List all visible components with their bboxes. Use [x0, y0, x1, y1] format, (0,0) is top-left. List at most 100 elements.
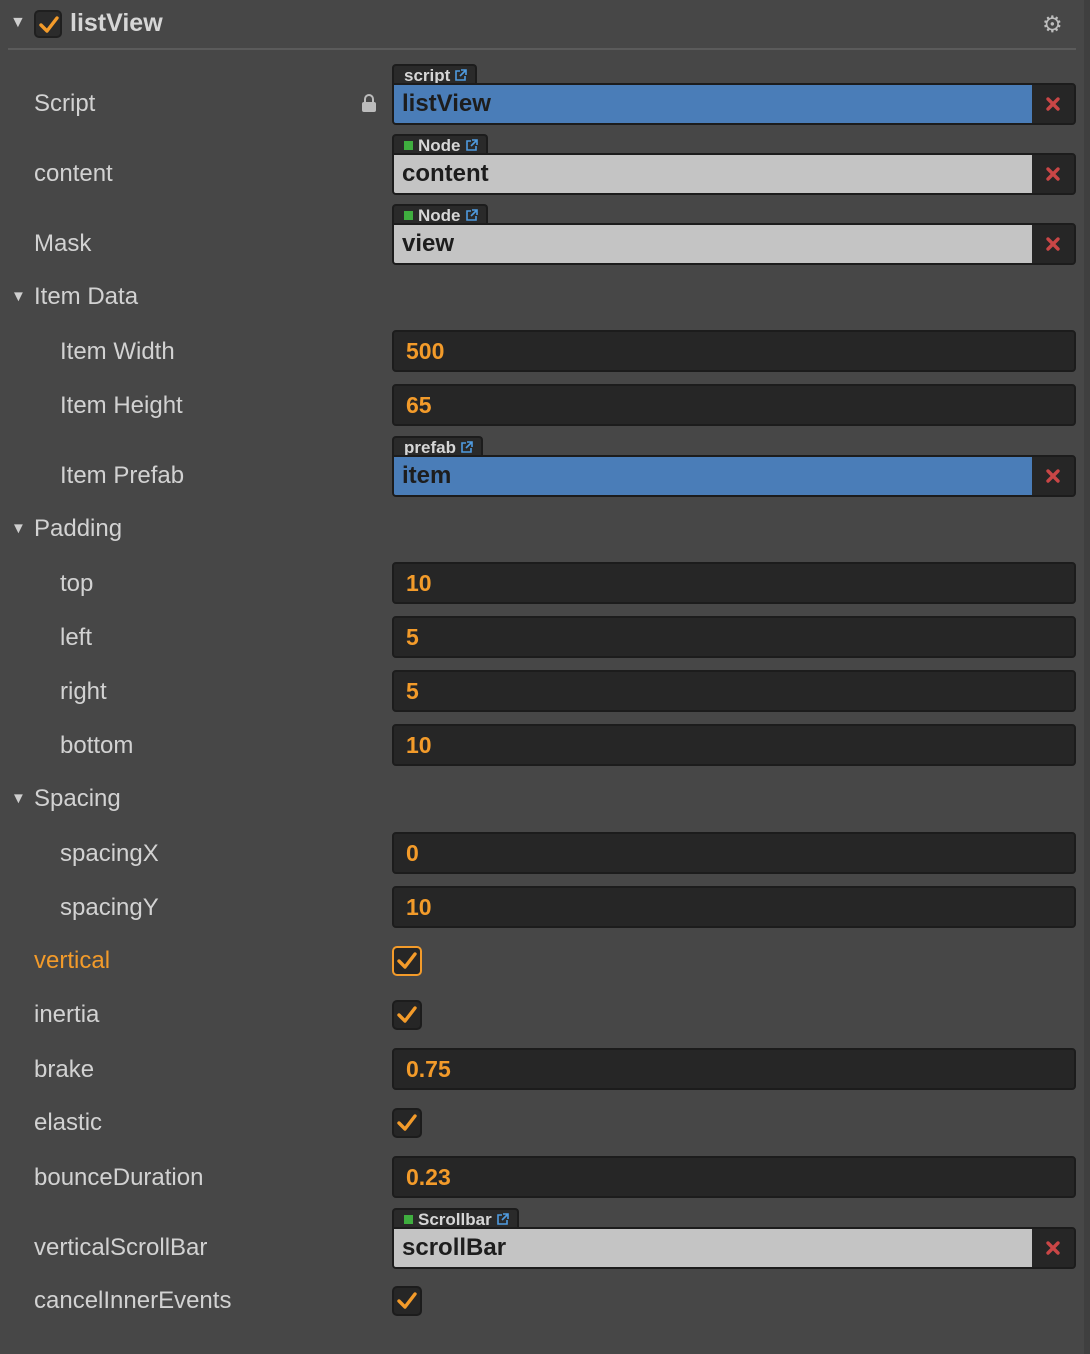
prop-vertical: vertical — [0, 945, 1090, 977]
x-remove-icon — [1046, 1241, 1060, 1255]
elastic-checkbox[interactable] — [392, 1108, 422, 1138]
padding-left-input[interactable]: 5 — [392, 616, 1076, 658]
script-ref-field[interactable]: listView — [392, 83, 1076, 125]
external-link-icon[interactable] — [465, 209, 478, 222]
padding-right-input[interactable]: 5 — [392, 670, 1076, 712]
item-height-input[interactable]: 65 — [392, 384, 1076, 426]
field-value: 0.75 — [406, 1056, 451, 1082]
group-padding[interactable]: ▼ Padding — [0, 515, 1090, 545]
prop-label: Item Width — [60, 338, 175, 365]
group-label: Spacing — [34, 785, 121, 812]
item-prefab-ref-field[interactable]: item — [392, 455, 1076, 497]
prop-label: content — [34, 160, 113, 187]
ref-value: view — [402, 230, 455, 257]
prop-item-width: Item Width 500 — [0, 330, 1090, 372]
collapse-triangle-icon[interactable]: ▼ — [11, 520, 26, 537]
checkmark-icon — [39, 16, 59, 33]
prop-spacing-x: spacingX 0 — [0, 832, 1090, 874]
content-ref-field[interactable]: content — [392, 153, 1076, 195]
remove-button[interactable] — [1032, 457, 1074, 495]
node-type-icon — [404, 211, 413, 220]
node-type-icon — [404, 141, 413, 150]
checkmark-icon — [397, 1292, 417, 1309]
prop-padding-bottom: bottom 10 — [0, 724, 1090, 766]
prop-bounce-duration: bounceDuration 0.23 — [0, 1156, 1090, 1198]
prop-label: verticalScrollBar — [34, 1234, 208, 1261]
padding-top-input[interactable]: 10 — [392, 562, 1076, 604]
remove-button[interactable] — [1032, 225, 1074, 263]
external-link-icon[interactable] — [465, 139, 478, 152]
prop-cancel-inner-events: cancelInnerEvents — [0, 1285, 1090, 1317]
ref-value: item — [402, 462, 452, 489]
prop-label: Item Height — [60, 392, 183, 419]
bounce-duration-input[interactable]: 0.23 — [392, 1156, 1076, 1198]
brake-input[interactable]: 0.75 — [392, 1048, 1076, 1090]
prop-item-height: Item Height 65 — [0, 384, 1090, 426]
field-value: 500 — [406, 338, 445, 364]
prop-inertia: inertia — [0, 999, 1090, 1031]
prop-script: Script script listView — [0, 64, 1090, 125]
prop-label: spacingY — [60, 894, 159, 921]
collapse-triangle-icon[interactable]: ▼ — [10, 14, 26, 32]
cancel-inner-events-checkbox[interactable] — [392, 1286, 422, 1316]
prop-label: spacingX — [60, 840, 159, 867]
remove-button[interactable] — [1032, 1229, 1074, 1267]
field-value: 65 — [406, 392, 432, 418]
field-value: 5 — [406, 678, 419, 704]
gear-icon[interactable]: ⚙ — [1042, 11, 1063, 38]
prop-content: content Node content — [0, 134, 1090, 195]
external-link-icon[interactable] — [454, 69, 468, 82]
component-enabled-checkbox[interactable] — [34, 10, 62, 38]
mask-ref-field[interactable]: view — [392, 223, 1076, 265]
spacing-x-input[interactable]: 0 — [392, 832, 1076, 874]
prop-mask: Mask Node view — [0, 204, 1090, 265]
prop-label: Script — [34, 90, 96, 117]
checkmark-icon — [397, 1114, 417, 1131]
item-width-input[interactable]: 500 — [392, 330, 1076, 372]
remove-button[interactable] — [1032, 155, 1074, 193]
component-header: ▼ listView ⚙ — [0, 0, 1090, 50]
header-divider — [8, 48, 1076, 50]
component-title: listView — [70, 9, 163, 37]
vertical-checkbox[interactable] — [392, 946, 422, 976]
prop-vertical-scroll-bar: verticalScrollBar Scrollbar scrollBar — [0, 1208, 1090, 1269]
prop-padding-left: left 5 — [0, 616, 1090, 658]
collapse-triangle-icon[interactable]: ▼ — [11, 288, 26, 305]
group-spacing[interactable]: ▼ Spacing — [0, 785, 1090, 815]
prop-label: top — [60, 570, 94, 597]
lock-icon — [362, 94, 376, 112]
checkmark-icon — [397, 952, 417, 969]
prop-label: left — [60, 624, 93, 651]
field-value: 10 — [406, 894, 432, 920]
prop-label: cancelInnerEvents — [34, 1287, 232, 1314]
prop-label: vertical — [34, 947, 111, 974]
collapse-triangle-icon[interactable]: ▼ — [11, 790, 26, 807]
prop-brake: brake 0.75 — [0, 1048, 1090, 1090]
ref-value: content — [402, 160, 489, 187]
remove-button[interactable] — [1032, 85, 1074, 123]
inertia-checkbox[interactable] — [392, 1000, 422, 1030]
x-remove-icon — [1046, 97, 1060, 111]
padding-bottom-input[interactable]: 10 — [392, 724, 1076, 766]
x-remove-icon — [1046, 167, 1060, 181]
spacing-y-input[interactable]: 10 — [392, 886, 1076, 928]
prop-padding-right: right 5 — [0, 670, 1090, 712]
group-label: Padding — [34, 515, 123, 542]
field-value: 5 — [406, 624, 419, 650]
prop-elastic: elastic — [0, 1107, 1090, 1139]
external-link-icon[interactable] — [496, 1213, 509, 1226]
x-remove-icon — [1046, 237, 1060, 251]
x-remove-icon — [1046, 469, 1060, 483]
external-link-icon[interactable] — [460, 441, 473, 454]
prop-label: brake — [34, 1056, 95, 1083]
field-value: 10 — [406, 732, 432, 758]
prop-item-prefab: Item Prefab prefab item — [0, 436, 1090, 497]
prop-label: Mask — [34, 230, 92, 257]
ref-value: scrollBar — [402, 1234, 507, 1261]
field-value: 0 — [406, 840, 419, 866]
prop-label: bottom — [60, 732, 134, 759]
group-item-data[interactable]: ▼ Item Data — [0, 283, 1090, 313]
prop-padding-top: top 10 — [0, 562, 1090, 604]
group-label: Item Data — [34, 283, 139, 310]
vertical-scroll-bar-ref-field[interactable]: scrollBar — [392, 1227, 1076, 1269]
